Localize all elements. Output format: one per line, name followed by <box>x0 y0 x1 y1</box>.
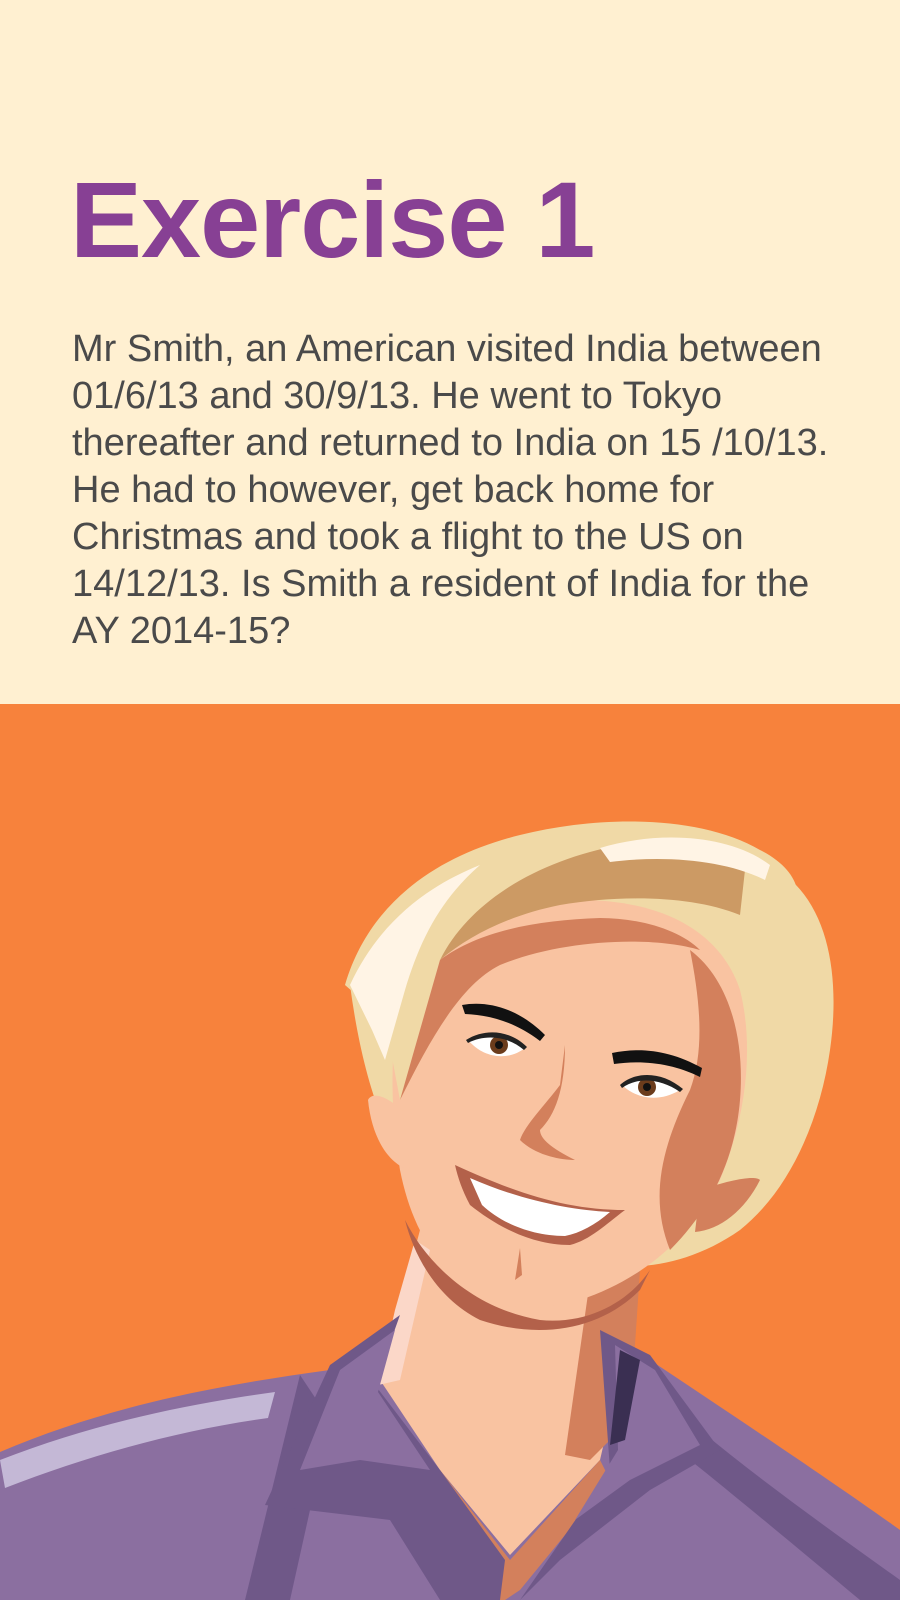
exercise-question: Mr Smith, an American visited India betw… <box>72 328 829 652</box>
exercise-panel: Exercise 1 Mr Smith, an American visited… <box>0 0 900 704</box>
smiling-man-illustration <box>0 821 900 1600</box>
exercise-title: Exercise 1 <box>70 159 595 280</box>
exercise-card: Exercise 1 Mr Smith, an American visited… <box>0 0 900 1600</box>
illustration-panel <box>0 704 900 1600</box>
